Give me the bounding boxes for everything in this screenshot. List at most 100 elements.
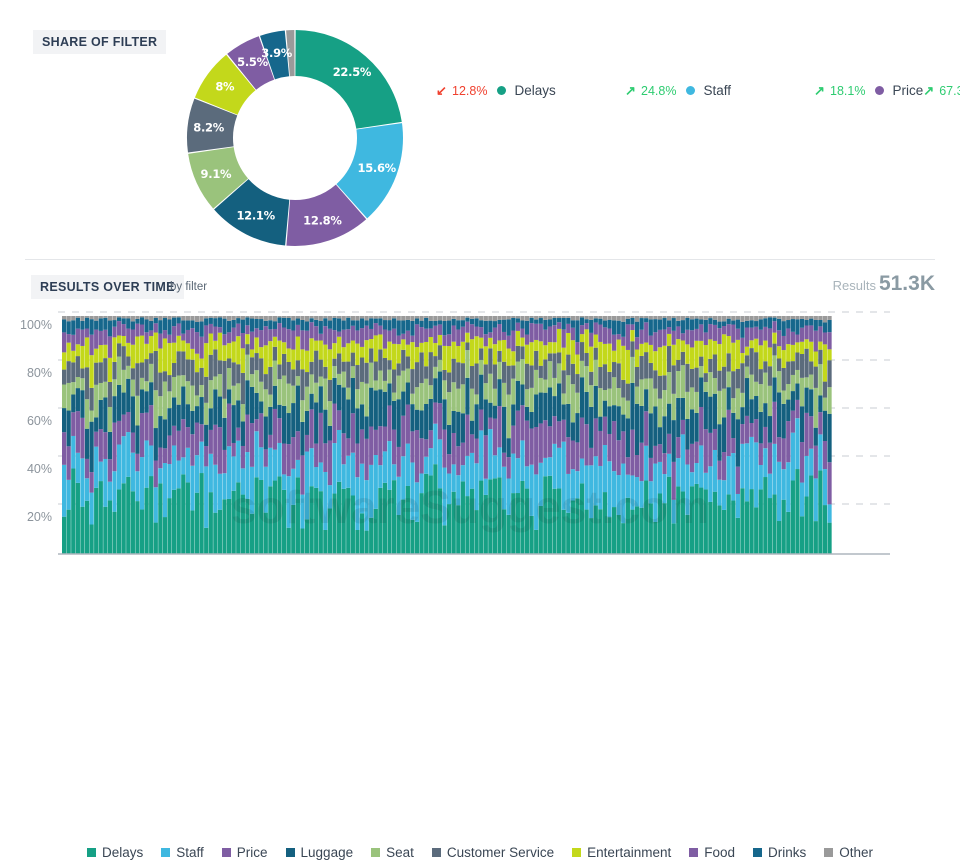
- stacked-bar[interactable]: [108, 316, 112, 554]
- stacked-bar[interactable]: [186, 316, 190, 554]
- stacked-bar[interactable]: [67, 316, 71, 554]
- stacked-bar[interactable]: [823, 316, 827, 554]
- legend-item-price[interactable]: ↗18.1%Price: [814, 80, 923, 101]
- x-axis-tick-label: 6 Aug: [533, 567, 564, 568]
- stacked-bar[interactable]: [181, 316, 185, 554]
- stacked-bar[interactable]: [126, 316, 130, 554]
- stacked-bar[interactable]: [800, 316, 804, 554]
- stacked-bar[interactable]: [763, 316, 767, 554]
- stacked-bar[interactable]: [163, 316, 167, 554]
- stacked-bar[interactable]: [772, 316, 776, 554]
- stacked-bar[interactable]: [94, 316, 98, 554]
- share-of-filter-donut-chart[interactable]: 22.5%15.6%12.8%12.1%9.1%8.2%8%5.5%3.9%: [185, 28, 405, 248]
- stacked-bar[interactable]: [90, 316, 94, 554]
- stacked-bar[interactable]: [62, 316, 66, 554]
- stacked-bar[interactable]: [177, 316, 181, 554]
- stacked-bar[interactable]: [731, 316, 735, 554]
- stacked-bar[interactable]: [122, 316, 126, 554]
- bar-segment-seat: [204, 403, 208, 425]
- bar-segment-price: [580, 418, 584, 459]
- series-legend-item-customer-service[interactable]: Customer Service: [432, 845, 554, 860]
- donut-slice-delays[interactable]: [295, 30, 401, 129]
- series-legend-item-staff[interactable]: Staff: [161, 845, 204, 860]
- bar-segment-other: [392, 316, 396, 318]
- stacked-bar[interactable]: [117, 316, 121, 554]
- watermark: softwareSuggest.com: [231, 481, 709, 533]
- stacked-bar[interactable]: [209, 316, 213, 554]
- legend-item-delays[interactable]: ↙12.8%Delays: [436, 80, 625, 101]
- stacked-bar[interactable]: [782, 316, 786, 554]
- bar-segment-customer-service: [772, 344, 776, 356]
- stacked-bar[interactable]: [736, 316, 740, 554]
- stacked-bar[interactable]: [71, 316, 75, 554]
- stacked-bar[interactable]: [791, 316, 795, 554]
- stacked-bar[interactable]: [759, 316, 763, 554]
- bar-segment-price: [227, 404, 231, 447]
- stacked-bar[interactable]: [818, 316, 822, 554]
- legend-item-luggage[interactable]: ↗67.3%Luggage: [923, 80, 960, 101]
- stacked-bar[interactable]: [745, 316, 749, 554]
- series-legend-item-other[interactable]: Other: [824, 845, 873, 860]
- stacked-bar[interactable]: [786, 316, 790, 554]
- stacked-bar[interactable]: [795, 316, 799, 554]
- stacked-bar[interactable]: [805, 316, 809, 554]
- legend-item-staff[interactable]: ↗24.8%Staff: [625, 80, 814, 101]
- stacked-bar[interactable]: [814, 316, 818, 554]
- series-legend-item-seat[interactable]: Seat: [371, 845, 414, 860]
- stacked-bar[interactable]: [827, 316, 831, 554]
- stacked-bar[interactable]: [131, 316, 135, 554]
- stacked-bar[interactable]: [149, 316, 153, 554]
- bar-segment-drinks: [424, 318, 428, 329]
- bar-segment-price: [365, 439, 369, 480]
- stacked-bar[interactable]: [768, 316, 772, 554]
- series-legend-item-price[interactable]: Price: [222, 845, 268, 860]
- stacked-bar[interactable]: [713, 316, 717, 554]
- stacked-bar[interactable]: [190, 316, 194, 554]
- series-legend-item-entertainment[interactable]: Entertainment: [572, 845, 671, 860]
- series-legend-item-drinks[interactable]: Drinks: [753, 845, 806, 860]
- stacked-bar[interactable]: [222, 316, 226, 554]
- stacked-bar[interactable]: [727, 316, 731, 554]
- series-legend-item-luggage[interactable]: Luggage: [286, 845, 354, 860]
- stacked-bar[interactable]: [103, 316, 107, 554]
- series-legend-item-food[interactable]: Food: [689, 845, 735, 860]
- stacked-bar[interactable]: [717, 316, 721, 554]
- bar-segment-customer-service: [369, 348, 373, 362]
- stacked-bar[interactable]: [172, 316, 176, 554]
- bar-segment-price: [218, 427, 222, 474]
- stacked-bar[interactable]: [99, 316, 103, 554]
- bar-segment-seat: [245, 355, 249, 381]
- bar-segment-other: [493, 316, 497, 321]
- stacked-bar[interactable]: [809, 316, 813, 554]
- series-legend-item-delays[interactable]: Delays: [87, 845, 143, 860]
- stacked-bar[interactable]: [195, 316, 199, 554]
- stacked-bar[interactable]: [145, 316, 149, 554]
- stacked-bar[interactable]: [112, 316, 116, 554]
- stacked-bar[interactable]: [80, 316, 84, 554]
- bar-segment-customer-service: [277, 364, 281, 379]
- bar-segment-delays: [158, 483, 162, 554]
- bar-segment-other: [135, 316, 139, 319]
- bar-segment-staff: [754, 442, 758, 507]
- stacked-bar[interactable]: [140, 316, 144, 554]
- stacked-bar[interactable]: [204, 316, 208, 554]
- stacked-bar[interactable]: [740, 316, 744, 554]
- results-over-time-chart[interactable]: 20%40%60%80%100% softwareSuggest.com 2 A…: [0, 308, 960, 568]
- bar-segment-food: [332, 330, 336, 343]
- bar-segment-entertainment: [401, 339, 405, 349]
- stacked-bar[interactable]: [754, 316, 758, 554]
- stacked-bar[interactable]: [154, 316, 158, 554]
- stacked-bar[interactable]: [777, 316, 781, 554]
- stacked-bar[interactable]: [85, 316, 89, 554]
- stacked-bar[interactable]: [200, 316, 204, 554]
- stacked-bar[interactable]: [218, 316, 222, 554]
- stacked-bar[interactable]: [213, 316, 217, 554]
- stacked-bar[interactable]: [167, 316, 171, 554]
- stacked-bar[interactable]: [722, 316, 726, 554]
- bar-segment-drinks: [62, 319, 66, 332]
- stacked-bar[interactable]: [158, 316, 162, 554]
- bar-segment-other: [346, 316, 350, 318]
- stacked-bar[interactable]: [135, 316, 139, 554]
- stacked-bar[interactable]: [76, 316, 80, 554]
- stacked-bar[interactable]: [750, 316, 754, 554]
